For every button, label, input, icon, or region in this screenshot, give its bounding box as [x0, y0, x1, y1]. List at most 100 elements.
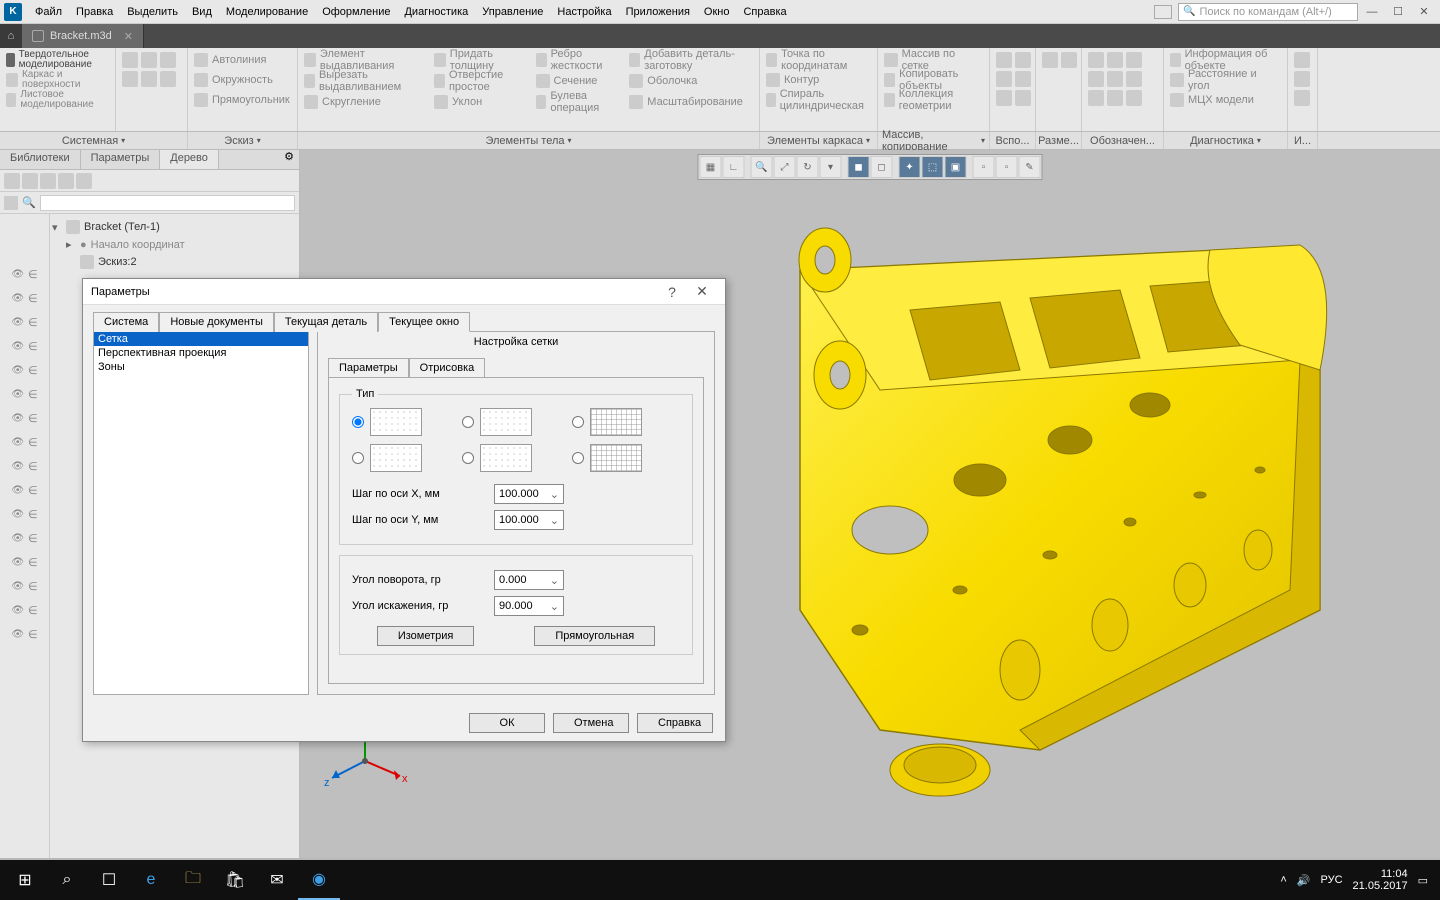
minimize-button[interactable]: — [1360, 2, 1384, 22]
tray-chevron-icon[interactable]: ˄ [1280, 874, 1286, 886]
layout-icon[interactable] [1154, 5, 1172, 19]
add-blank[interactable]: Добавить деталь-заготовку [627, 50, 755, 70]
search-taskbar-icon[interactable]: ⌕ [46, 860, 88, 900]
angle-rot-input[interactable]: 0.000 [494, 570, 564, 590]
thicken[interactable]: Придать толщину [432, 50, 528, 70]
menu-edit[interactable]: Правка [69, 3, 120, 21]
panel-tab-params[interactable]: Параметры [81, 150, 161, 169]
tray-volume-icon[interactable]: 🔊 [1297, 874, 1311, 887]
dim-ops[interactable] [1040, 50, 1080, 70]
group-system[interactable]: Системная [0, 132, 188, 149]
group-aux[interactable]: Вспо... [990, 132, 1036, 149]
menu-help[interactable]: Справка [736, 3, 793, 21]
kompas-taskbar-icon[interactable]: ◉ [298, 860, 340, 900]
subtab-params[interactable]: Параметры [328, 358, 409, 377]
boolean[interactable]: Булева операция [534, 92, 622, 112]
dlg-tab-curwin[interactable]: Текущее окно [378, 312, 470, 332]
document-tab[interactable]: Bracket.m3d ✕ [22, 24, 144, 48]
file-ops[interactable] [120, 50, 196, 89]
view-axis-icon[interactable]: ∟ [723, 156, 745, 178]
dlg-tab-curpart[interactable]: Текущая деталь [274, 312, 378, 332]
fillet[interactable]: Скругление [302, 92, 426, 112]
grid-type-1[interactable] [352, 416, 364, 428]
tray-clock[interactable]: 11:04 21.05.2017 [1353, 868, 1408, 892]
store-icon[interactable]: 🛍 [214, 860, 256, 900]
menu-view[interactable]: Вид [185, 3, 219, 21]
mass-props[interactable]: МЦХ модели [1168, 90, 1283, 110]
subtab-draw[interactable]: Отрисовка [409, 358, 486, 377]
grid-type-6[interactable] [572, 452, 584, 464]
draft[interactable]: Уклон [432, 92, 528, 112]
view-mode3-icon[interactable]: ▣ [945, 156, 967, 178]
group-annot[interactable]: Обозначен... [1082, 132, 1164, 149]
list-item-grid[interactable]: Сетка [94, 332, 308, 346]
view-extra1-icon[interactable]: ▫ [973, 156, 995, 178]
mode-sheet[interactable]: Листовое моделирование [4, 90, 111, 110]
scale[interactable]: Масштабирование [627, 92, 755, 112]
grid-type-3[interactable] [462, 416, 474, 428]
view-mode2-icon[interactable]: ⬚ [922, 156, 944, 178]
list-item-zones[interactable]: Зоны [94, 360, 308, 374]
cut-extrude[interactable]: Вырезать выдавливанием [302, 71, 426, 91]
dialog-close-icon[interactable]: ✕ [687, 283, 717, 300]
menu-modeling[interactable]: Моделирование [219, 3, 315, 21]
shell[interactable]: Оболочка [627, 71, 755, 91]
group-misc[interactable]: И... [1288, 132, 1318, 149]
start-button[interactable]: ⊞ [4, 860, 46, 900]
view-wire-icon[interactable]: ◻ [871, 156, 893, 178]
close-tab-icon[interactable]: ✕ [124, 30, 133, 43]
contour[interactable]: Контур [764, 70, 873, 90]
grid-type-2[interactable] [352, 452, 364, 464]
view-extra3-icon[interactable]: ✎ [1019, 156, 1041, 178]
view-shaded-icon[interactable]: ◼ [848, 156, 870, 178]
panel-settings-icon[interactable]: ⚙ [279, 150, 299, 169]
tab-home[interactable]: ⌂ [0, 24, 22, 48]
dist-angle[interactable]: Расстояние и угол [1168, 70, 1283, 90]
group-body[interactable]: Элементы тела [298, 132, 760, 149]
group-diag[interactable]: Диагностика [1164, 132, 1288, 149]
close-button[interactable]: ✕ [1412, 2, 1436, 22]
menu-manage[interactable]: Управление [475, 3, 550, 21]
panel-tab-libs[interactable]: Библиотеки [0, 150, 81, 169]
angle-dist-input[interactable]: 90.000 [494, 596, 564, 616]
misc-ops[interactable] [1292, 50, 1312, 108]
annot-ops[interactable] [1086, 50, 1162, 108]
step-y-input[interactable]: 100.000 [494, 510, 564, 530]
dlg-tab-newdocs[interactable]: Новые документы [159, 312, 274, 332]
mode-solid[interactable]: Твердотельное моделирование [4, 50, 111, 70]
step-x-input[interactable]: 100.000 [494, 484, 564, 504]
grid-type-5[interactable] [572, 416, 584, 428]
view-rotate-icon[interactable]: ↻ [797, 156, 819, 178]
view-fit-icon[interactable]: ⤢ [774, 156, 796, 178]
tray-lang[interactable]: РУС [1321, 874, 1343, 886]
tree-tool-1[interactable] [4, 173, 20, 189]
hole[interactable]: Отверстие простое [432, 71, 528, 91]
section[interactable]: Сечение [534, 71, 622, 91]
dialog-help-icon[interactable]: ? [657, 284, 687, 300]
mail-icon[interactable]: ✉ [256, 860, 298, 900]
menu-select[interactable]: Выделить [120, 3, 185, 21]
list-item-perspective[interactable]: Перспективная проекция [94, 346, 308, 360]
sketch-rect[interactable]: Прямоугольник [192, 90, 293, 110]
tree-search-input[interactable] [40, 195, 295, 211]
sketch-circle[interactable]: Окружность [192, 70, 293, 90]
menu-format[interactable]: Оформление [315, 3, 397, 21]
dlg-tab-system[interactable]: Система [93, 312, 159, 332]
spiral[interactable]: Спираль цилиндрическая [764, 90, 873, 110]
filter-icon[interactable] [4, 196, 18, 210]
aux-ops[interactable] [994, 50, 1034, 108]
point-coord[interactable]: Точка по координатам [764, 50, 873, 70]
group-sketch[interactable]: Эскиз [188, 132, 298, 149]
geom-collection[interactable]: Коллекция геометрии [882, 90, 985, 110]
cancel-button[interactable]: Отмена [553, 713, 629, 733]
mode-surface[interactable]: Каркас и поверхности [4, 70, 111, 90]
menu-settings[interactable]: Настройка [550, 3, 618, 21]
menu-apps[interactable]: Приложения [619, 3, 697, 21]
tree-tool-4[interactable] [58, 173, 74, 189]
edge-icon[interactable]: e [130, 860, 172, 900]
tree-root[interactable]: ▾Bracket (Тел-1) [52, 218, 297, 236]
isometry-button[interactable]: Изометрия [377, 626, 475, 646]
sketch-autoline[interactable]: Автолиния [192, 50, 293, 70]
group-array[interactable]: Массив, копирование [878, 132, 990, 149]
group-frame[interactable]: Элементы каркаса [760, 132, 878, 149]
